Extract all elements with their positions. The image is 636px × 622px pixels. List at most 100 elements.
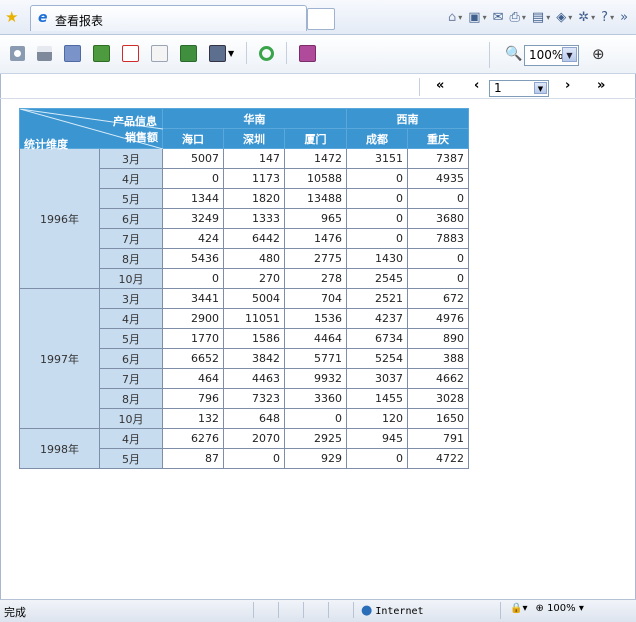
tab-bar: ★ e 查看报表 ⌂ ▾ ▣ ▾ ✉ ⎙ ▾ ▤ ▾ ◈ ▾ ✲ ▾ ? ▾ »: [0, 0, 636, 35]
year-cell: 1998年: [19, 428, 100, 469]
value-cell: 5004: [223, 288, 285, 309]
city-header: 深圳: [223, 128, 285, 149]
value-cell: 0: [407, 188, 469, 209]
month-cell: 4月: [99, 428, 163, 449]
value-cell: 648: [223, 408, 285, 429]
value-cell: 1173: [223, 168, 285, 189]
city-header: 重庆: [407, 128, 469, 149]
status-divider: [500, 602, 501, 619]
value-cell: 3842: [223, 348, 285, 369]
value-cell: 0: [346, 448, 408, 469]
value-cell: 5436: [162, 248, 224, 269]
rss-icon[interactable]: [299, 44, 317, 62]
value-cell: 0: [346, 228, 408, 249]
prev-page-button[interactable]: ‹: [474, 78, 479, 93]
zoom-select[interactable]: 100% ▼: [524, 45, 579, 66]
status-zoom[interactable]: ⊕ 100% ▾: [535, 603, 583, 614]
value-cell: 3028: [407, 388, 469, 409]
home-dropdown-icon[interactable]: ▾: [458, 13, 462, 22]
value-cell: 6442: [223, 228, 285, 249]
help-icon[interactable]: ?: [601, 10, 608, 25]
mail-icon[interactable]: ✉: [493, 10, 504, 25]
help-dropdown-icon[interactable]: ▾: [610, 13, 614, 22]
search-report-icon[interactable]: [10, 45, 25, 61]
last-page-button[interactable]: »: [597, 78, 605, 93]
home-icon[interactable]: ⌂: [448, 10, 456, 25]
display-dropdown-icon[interactable]: ▼: [228, 49, 234, 58]
value-cell: 0: [284, 408, 347, 429]
value-cell: 7883: [407, 228, 469, 249]
tools-gear-icon[interactable]: ✲: [578, 10, 589, 25]
month-cell: 10月: [99, 268, 163, 289]
value-cell: 0: [346, 168, 408, 189]
value-cell: 2775: [284, 248, 347, 269]
month-cell: 4月: [99, 168, 163, 189]
print-report-icon[interactable]: [37, 45, 52, 61]
zoom-out-icon[interactable]: 🔍: [505, 46, 522, 62]
protected-mode-icon[interactable]: 🔒▾: [510, 603, 527, 614]
month-cell: 3月: [99, 288, 163, 309]
tab-report[interactable]: e 查看报表: [30, 5, 307, 31]
ie-logo-icon: e: [38, 10, 48, 26]
month-cell: 5月: [99, 188, 163, 209]
table-row: 1996年 3月 5007 147 1472 3151 7387: [19, 148, 469, 289]
tab-title: 查看报表: [55, 14, 104, 28]
corner-header: 产品信息 销售额 统计维度: [19, 108, 163, 151]
value-cell: 10588: [284, 168, 347, 189]
new-tab-button[interactable]: [307, 8, 335, 30]
value-cell: 0: [223, 448, 285, 469]
value-cell: 6734: [346, 328, 408, 349]
zone-label: Internet: [375, 606, 424, 617]
page-menu-icon[interactable]: ▤: [532, 10, 544, 25]
page-select[interactable]: 1 ▼: [489, 80, 549, 97]
month-cell: 5月: [99, 448, 163, 469]
value-cell: 4237: [346, 308, 408, 329]
value-cell: 4935: [407, 168, 469, 189]
first-page-button[interactable]: «: [436, 78, 444, 93]
print-icon[interactable]: ⎙: [510, 10, 520, 25]
export-text-icon[interactable]: [151, 44, 168, 62]
overflow-chevron-icon[interactable]: »: [620, 10, 628, 25]
chevron-down-icon[interactable]: ▼: [562, 47, 577, 62]
refresh-icon[interactable]: [259, 45, 275, 61]
report-toolbar: ▼ 🔍 100% ▼ ⊕: [0, 35, 636, 74]
safety-dropdown-icon[interactable]: ▾: [568, 13, 572, 22]
export-excel-icon[interactable]: [93, 44, 110, 62]
value-cell: 1333: [223, 208, 285, 229]
value-cell: 2900: [162, 308, 224, 329]
value-cell: 1344: [162, 188, 224, 209]
chevron-down-icon[interactable]: ▼: [534, 82, 547, 94]
feeds-icon[interactable]: ▣: [468, 10, 480, 25]
value-cell: 0: [346, 188, 408, 209]
feeds-dropdown-icon[interactable]: ▾: [483, 13, 487, 22]
value-cell: 464: [162, 368, 224, 389]
tools-dropdown-icon[interactable]: ▾: [591, 13, 595, 22]
value-cell: 3249: [162, 208, 224, 229]
value-cell: 2545: [346, 268, 408, 289]
value-cell: 0: [407, 248, 469, 269]
toolbar-separator: [489, 42, 490, 68]
globe-icon: ●: [361, 603, 373, 618]
status-right: 🔒▾ ⊕ 100% ▾: [510, 603, 584, 614]
print-dropdown-icon[interactable]: ▾: [522, 13, 526, 22]
value-cell: 4463: [223, 368, 285, 389]
value-cell: 1770: [162, 328, 224, 349]
display-menu-icon[interactable]: [209, 44, 226, 62]
safety-icon[interactable]: ◈: [556, 10, 566, 25]
next-page-button[interactable]: ›: [565, 78, 570, 93]
value-cell: 5771: [284, 348, 347, 369]
zoom-value: 100%: [529, 48, 564, 62]
city-header: 厦门: [284, 128, 347, 149]
status-text: 完成: [4, 606, 26, 619]
value-cell: 890: [407, 328, 469, 349]
favorites-star-icon[interactable]: ★: [5, 8, 18, 26]
page-dropdown-icon[interactable]: ▾: [546, 13, 550, 22]
export-pdf-icon[interactable]: [122, 44, 139, 62]
value-cell: 388: [407, 348, 469, 369]
export-sheet-icon[interactable]: [180, 44, 197, 62]
security-zone[interactable]: ● Internet: [361, 603, 424, 618]
export-doc-icon[interactable]: [64, 44, 81, 62]
zoom-in-icon[interactable]: ⊕: [592, 45, 605, 63]
value-cell: 0: [346, 208, 408, 229]
value-cell: 796: [162, 388, 224, 409]
